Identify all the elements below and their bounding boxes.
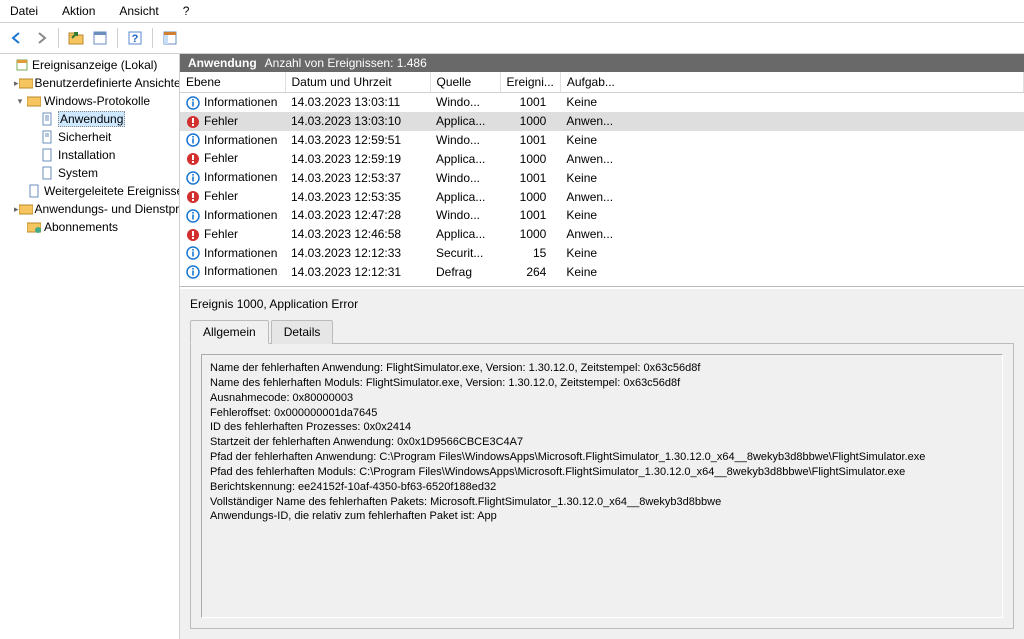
tree-label: Anwendung [58,111,125,127]
tree-label: Sicherheit [58,130,111,144]
menu-action[interactable]: Aktion [58,2,99,20]
toolbar-separator [117,28,118,48]
tree-label: Abonnements [44,220,118,234]
tab-details[interactable]: Details [271,320,334,344]
col-source[interactable]: Quelle [430,72,500,93]
table-row[interactable]: Fehler14.03.2023 13:03:10Applica...1000A… [180,112,1024,131]
help-button[interactable]: ? [124,27,146,49]
detail-title: Ereignis 1000, Application Error [184,295,1020,319]
log-icon [40,129,56,145]
info-icon [186,246,200,260]
subscriptions-icon [26,219,42,235]
log-icon [40,111,56,127]
table-row[interactable]: Fehler14.03.2023 12:46:58Applica...1000A… [180,225,1024,244]
events-header: Anwendung Anzahl von Ereignissen: 1.486 [180,54,1024,72]
table-row[interactable]: Informationen14.03.2023 12:53:37Windo...… [180,168,1024,187]
toolbar-separator [152,28,153,48]
tree-root-label: Ereignisanzeige (Lokal) [32,58,157,72]
detail-tabs: Allgemein Details [184,319,1020,343]
eventviewer-icon [14,57,30,73]
tree-label: Windows-Protokolle [44,94,150,108]
svg-text:?: ? [132,33,139,45]
tab-general[interactable]: Allgemein [190,320,269,344]
col-eventid[interactable]: Ereigni... [500,72,560,93]
table-row[interactable]: Fehler14.03.2023 12:53:35Applica...1000A… [180,187,1024,206]
table-row[interactable]: Informationen14.03.2023 12:12:31Defrag26… [180,262,1024,281]
detail-pane: Ereignis 1000, Application Error Allgeme… [180,287,1024,639]
info-icon [186,265,200,279]
info-icon [186,209,200,223]
table-row[interactable]: Informationen14.03.2023 12:12:33Securit.… [180,244,1024,263]
folder-icon [19,201,33,217]
chevron-down-icon[interactable]: ▾ [14,96,26,107]
pane-button[interactable] [159,27,181,49]
col-level[interactable]: Ebene [180,72,285,93]
col-task[interactable]: Aufgab... [560,72,1023,93]
info-icon [186,171,200,185]
properties-button[interactable] [89,27,111,49]
menu-bar: Datei Aktion Ansicht ? [0,0,1024,23]
tree-application[interactable]: Anwendung [0,110,179,128]
toolbar-separator [58,28,59,48]
error-icon [186,152,200,166]
folder-icon [19,75,33,91]
table-row[interactable]: Informationen14.03.2023 12:59:51Windo...… [180,131,1024,150]
tree-system[interactable]: System [0,164,179,182]
events-grid[interactable]: Ebene Datum und Uhrzeit Quelle Ereigni..… [180,72,1024,287]
tree-label: Benutzerdefinierte Ansichten [35,76,180,90]
header-count: Anzahl von Ereignissen: 1.486 [265,56,427,70]
detail-box[interactable]: Name der fehlerhaften Anwendung: FlightS… [190,343,1014,629]
tree-forwarded[interactable]: Weitergeleitete Ereignisse [0,182,179,200]
tree-label: Anwendungs- und Dienstprotokolle [35,202,180,216]
info-icon [186,133,200,147]
log-icon [40,165,56,181]
log-icon [40,147,56,163]
folder-icon [26,93,42,109]
tree-windows-logs[interactable]: ▾ Windows-Protokolle [0,92,179,110]
tree-custom-views[interactable]: ▸ Benutzerdefinierte Ansichten [0,74,179,92]
table-row[interactable]: Informationen14.03.2023 13:03:11Windo...… [180,93,1024,112]
tree-root[interactable]: Ereignisanzeige (Lokal) [0,56,179,74]
forward-button[interactable] [30,27,52,49]
tree-label: Weitergeleitete Ereignisse [44,184,180,198]
tree-setup[interactable]: Installation [0,146,179,164]
folder-button[interactable] [65,27,87,49]
info-icon [186,96,200,110]
error-icon [186,115,200,129]
menu-view[interactable]: Ansicht [115,2,162,20]
detail-text: Name der fehlerhaften Anwendung: FlightS… [201,354,1003,618]
tree-subscriptions[interactable]: Abonnements [0,218,179,236]
error-icon [186,190,200,204]
tree-label: System [58,166,98,180]
table-row[interactable]: Informationen14.03.2023 12:47:28Windo...… [180,206,1024,225]
tree-label: Installation [58,148,115,162]
table-row[interactable]: Fehler14.03.2023 12:59:19Applica...1000A… [180,149,1024,168]
nav-tree[interactable]: Ereignisanzeige (Lokal) ▸ Benutzerdefini… [0,54,180,639]
menu-help[interactable]: ? [179,2,194,20]
col-datetime[interactable]: Datum und Uhrzeit [285,72,430,93]
tree-security[interactable]: Sicherheit [0,128,179,146]
toolbar: ? [0,23,1024,54]
menu-file[interactable]: Datei [6,2,42,20]
tree-app-services[interactable]: ▸ Anwendungs- und Dienstprotokolle [0,200,179,218]
main-pane: Anwendung Anzahl von Ereignissen: 1.486 … [180,54,1024,639]
error-icon [186,228,200,242]
header-category: Anwendung [188,56,257,70]
log-icon [28,183,42,199]
back-button[interactable] [6,27,28,49]
